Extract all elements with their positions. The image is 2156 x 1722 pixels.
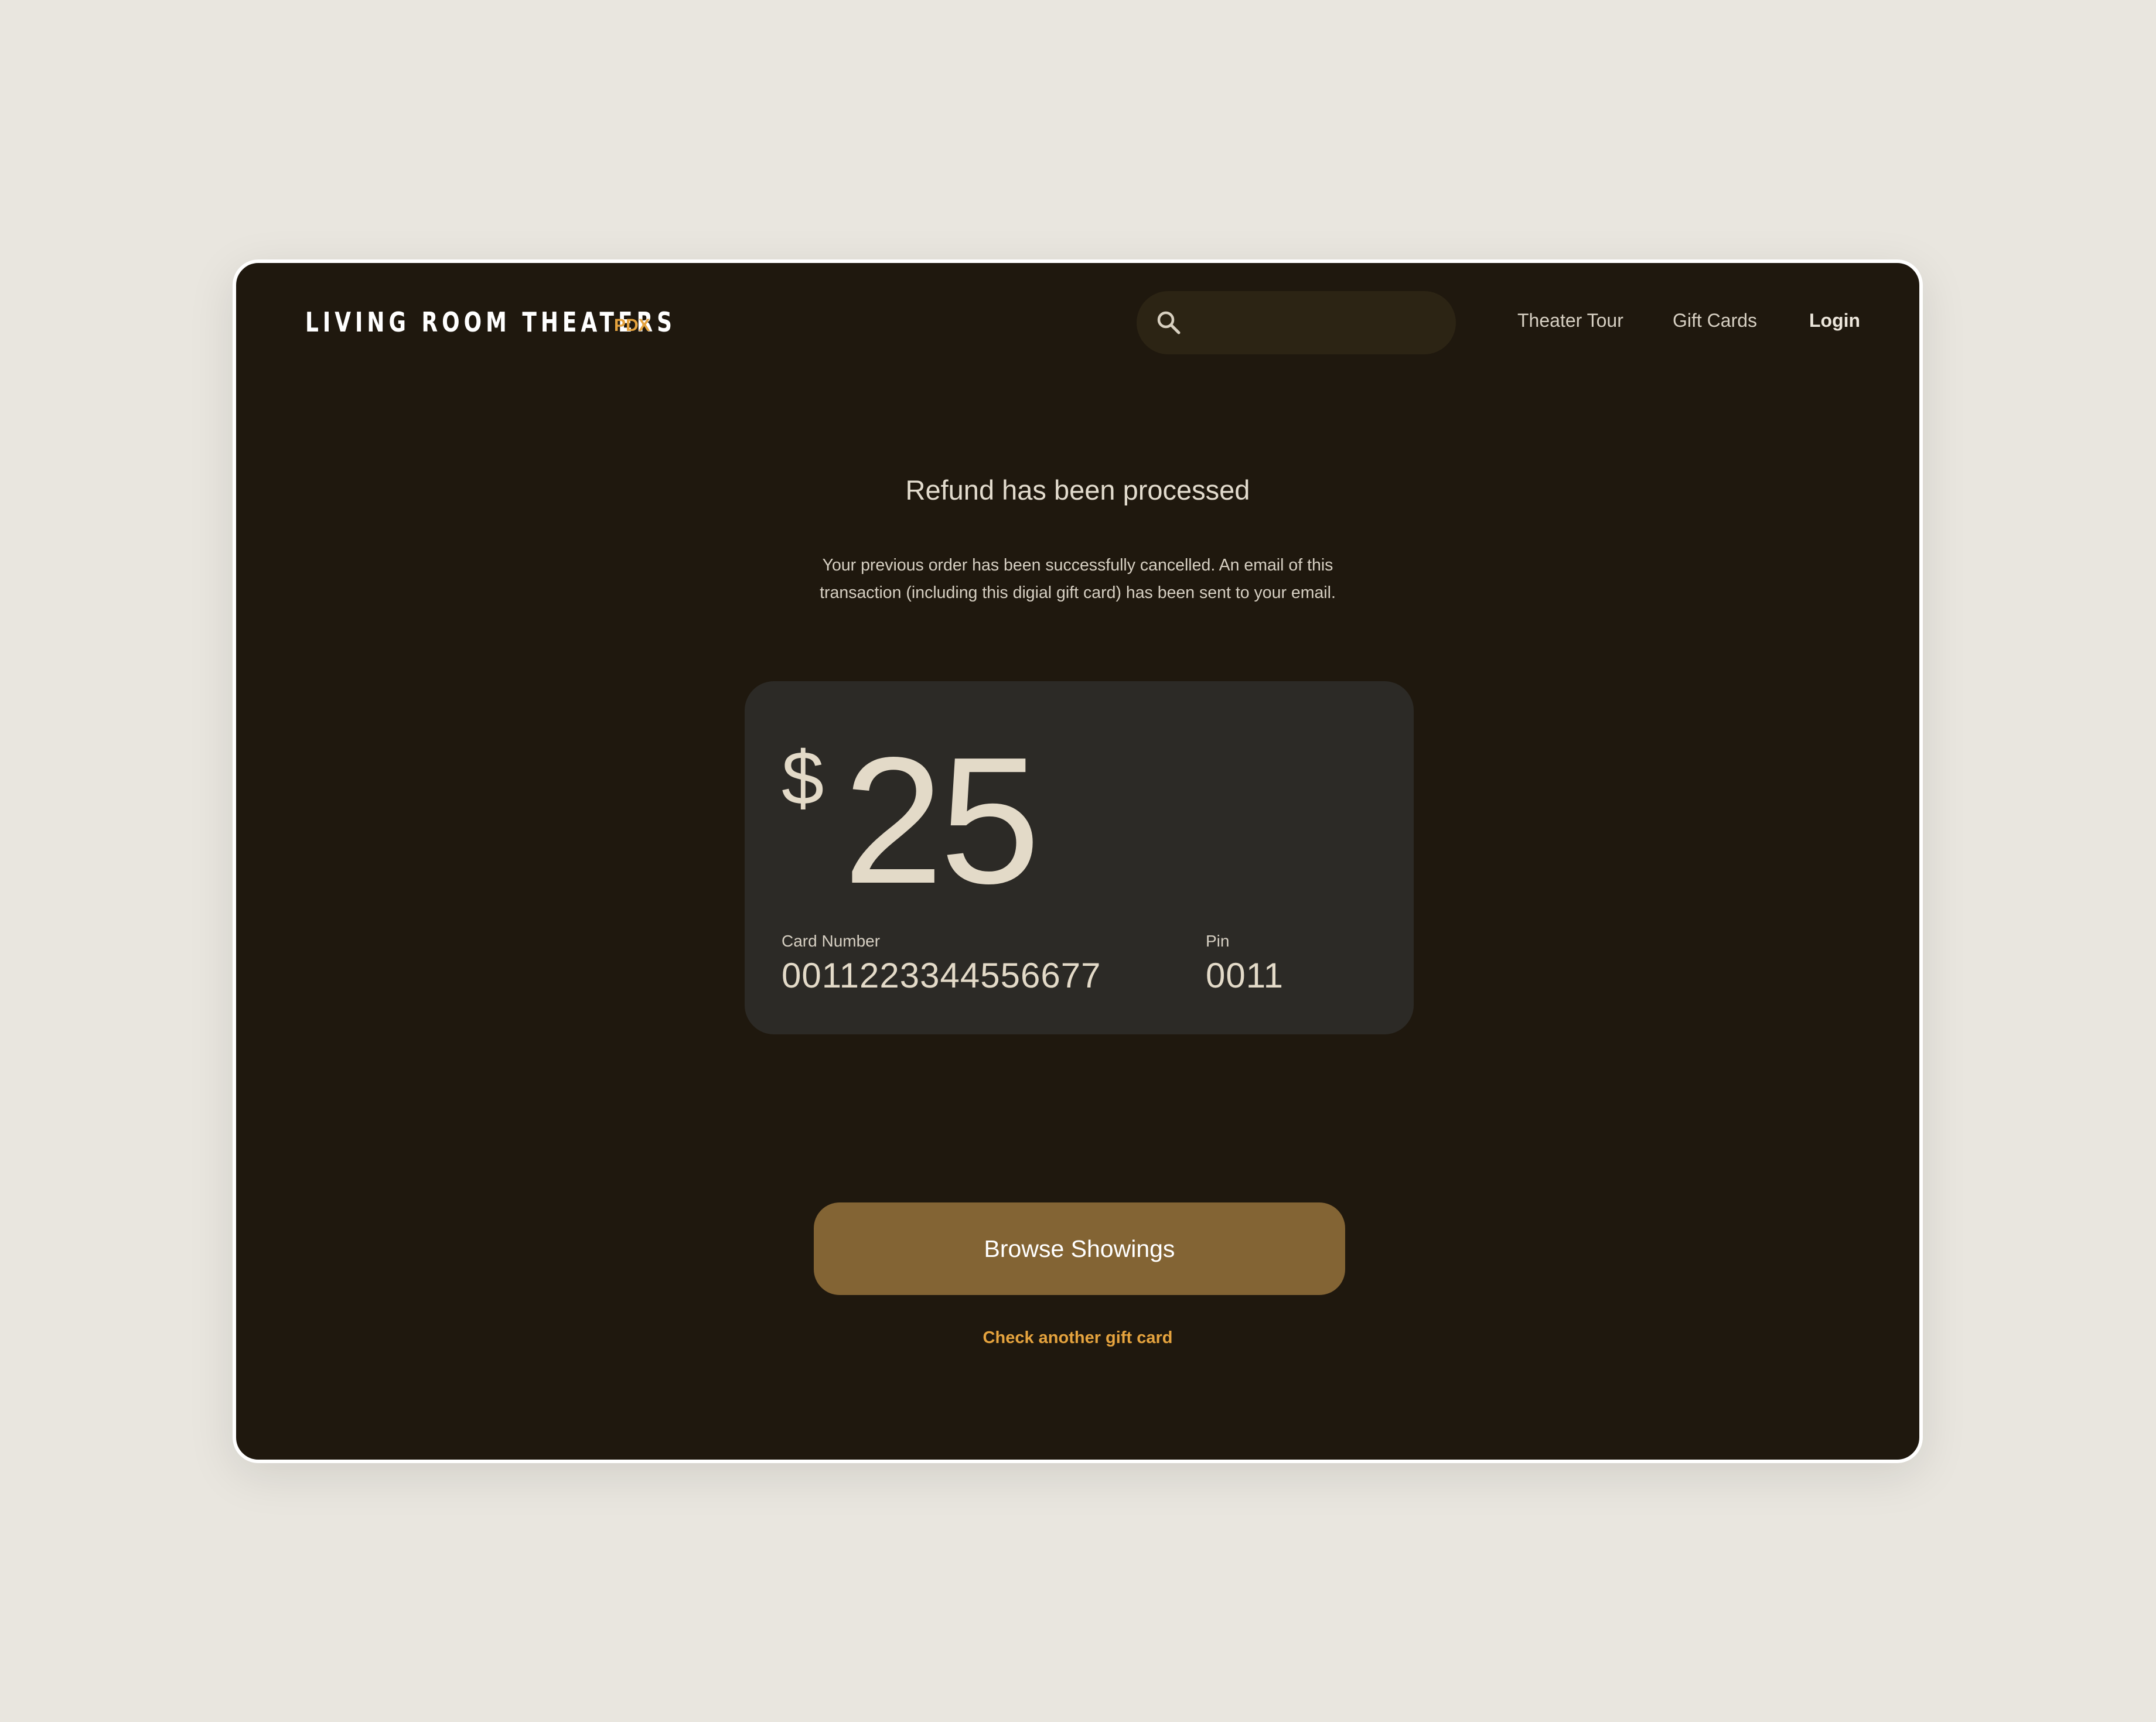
brand-logo[interactable]: LIVING ROOM THEATERS	[305, 306, 781, 338]
pin-label: Pin	[1206, 932, 1230, 950]
gift-card: $ 25 Card Number 0011223344556677 Pin 00…	[745, 681, 1414, 1034]
nav-login[interactable]: Login	[1809, 310, 1860, 332]
card-number-value: 0011223344556677	[782, 956, 1101, 995]
nav-theater-tour[interactable]: Theater Tour	[1517, 310, 1623, 332]
page-title: Refund has been processed	[905, 474, 1250, 505]
brand-city-tag: PDX	[614, 316, 650, 335]
pin-value: 0011	[1206, 956, 1284, 995]
browse-showings-button[interactable]: Browse Showings	[814, 1202, 1345, 1295]
search-bar[interactable]	[1137, 291, 1456, 356]
gift-card-amount: 25	[843, 720, 1041, 921]
refund-description: Your previous order has been successfull…	[236, 552, 1919, 607]
search-icon	[1156, 310, 1182, 336]
nav-gift-cards[interactable]: Gift Cards	[1673, 310, 1757, 332]
description-line-2: transaction (including this digial gift …	[820, 583, 1336, 602]
card-number-label: Card Number	[782, 932, 881, 950]
search-input[interactable]	[1192, 291, 1438, 356]
description-line-1: Your previous order has been successfull…	[822, 556, 1333, 575]
currency-symbol: $	[782, 735, 824, 821]
check-another-gift-card-link[interactable]: Check another gift card	[236, 1328, 1919, 1348]
app-window: LIVING ROOM THEATERS PDX Theater Tour Gi…	[233, 259, 1923, 1463]
